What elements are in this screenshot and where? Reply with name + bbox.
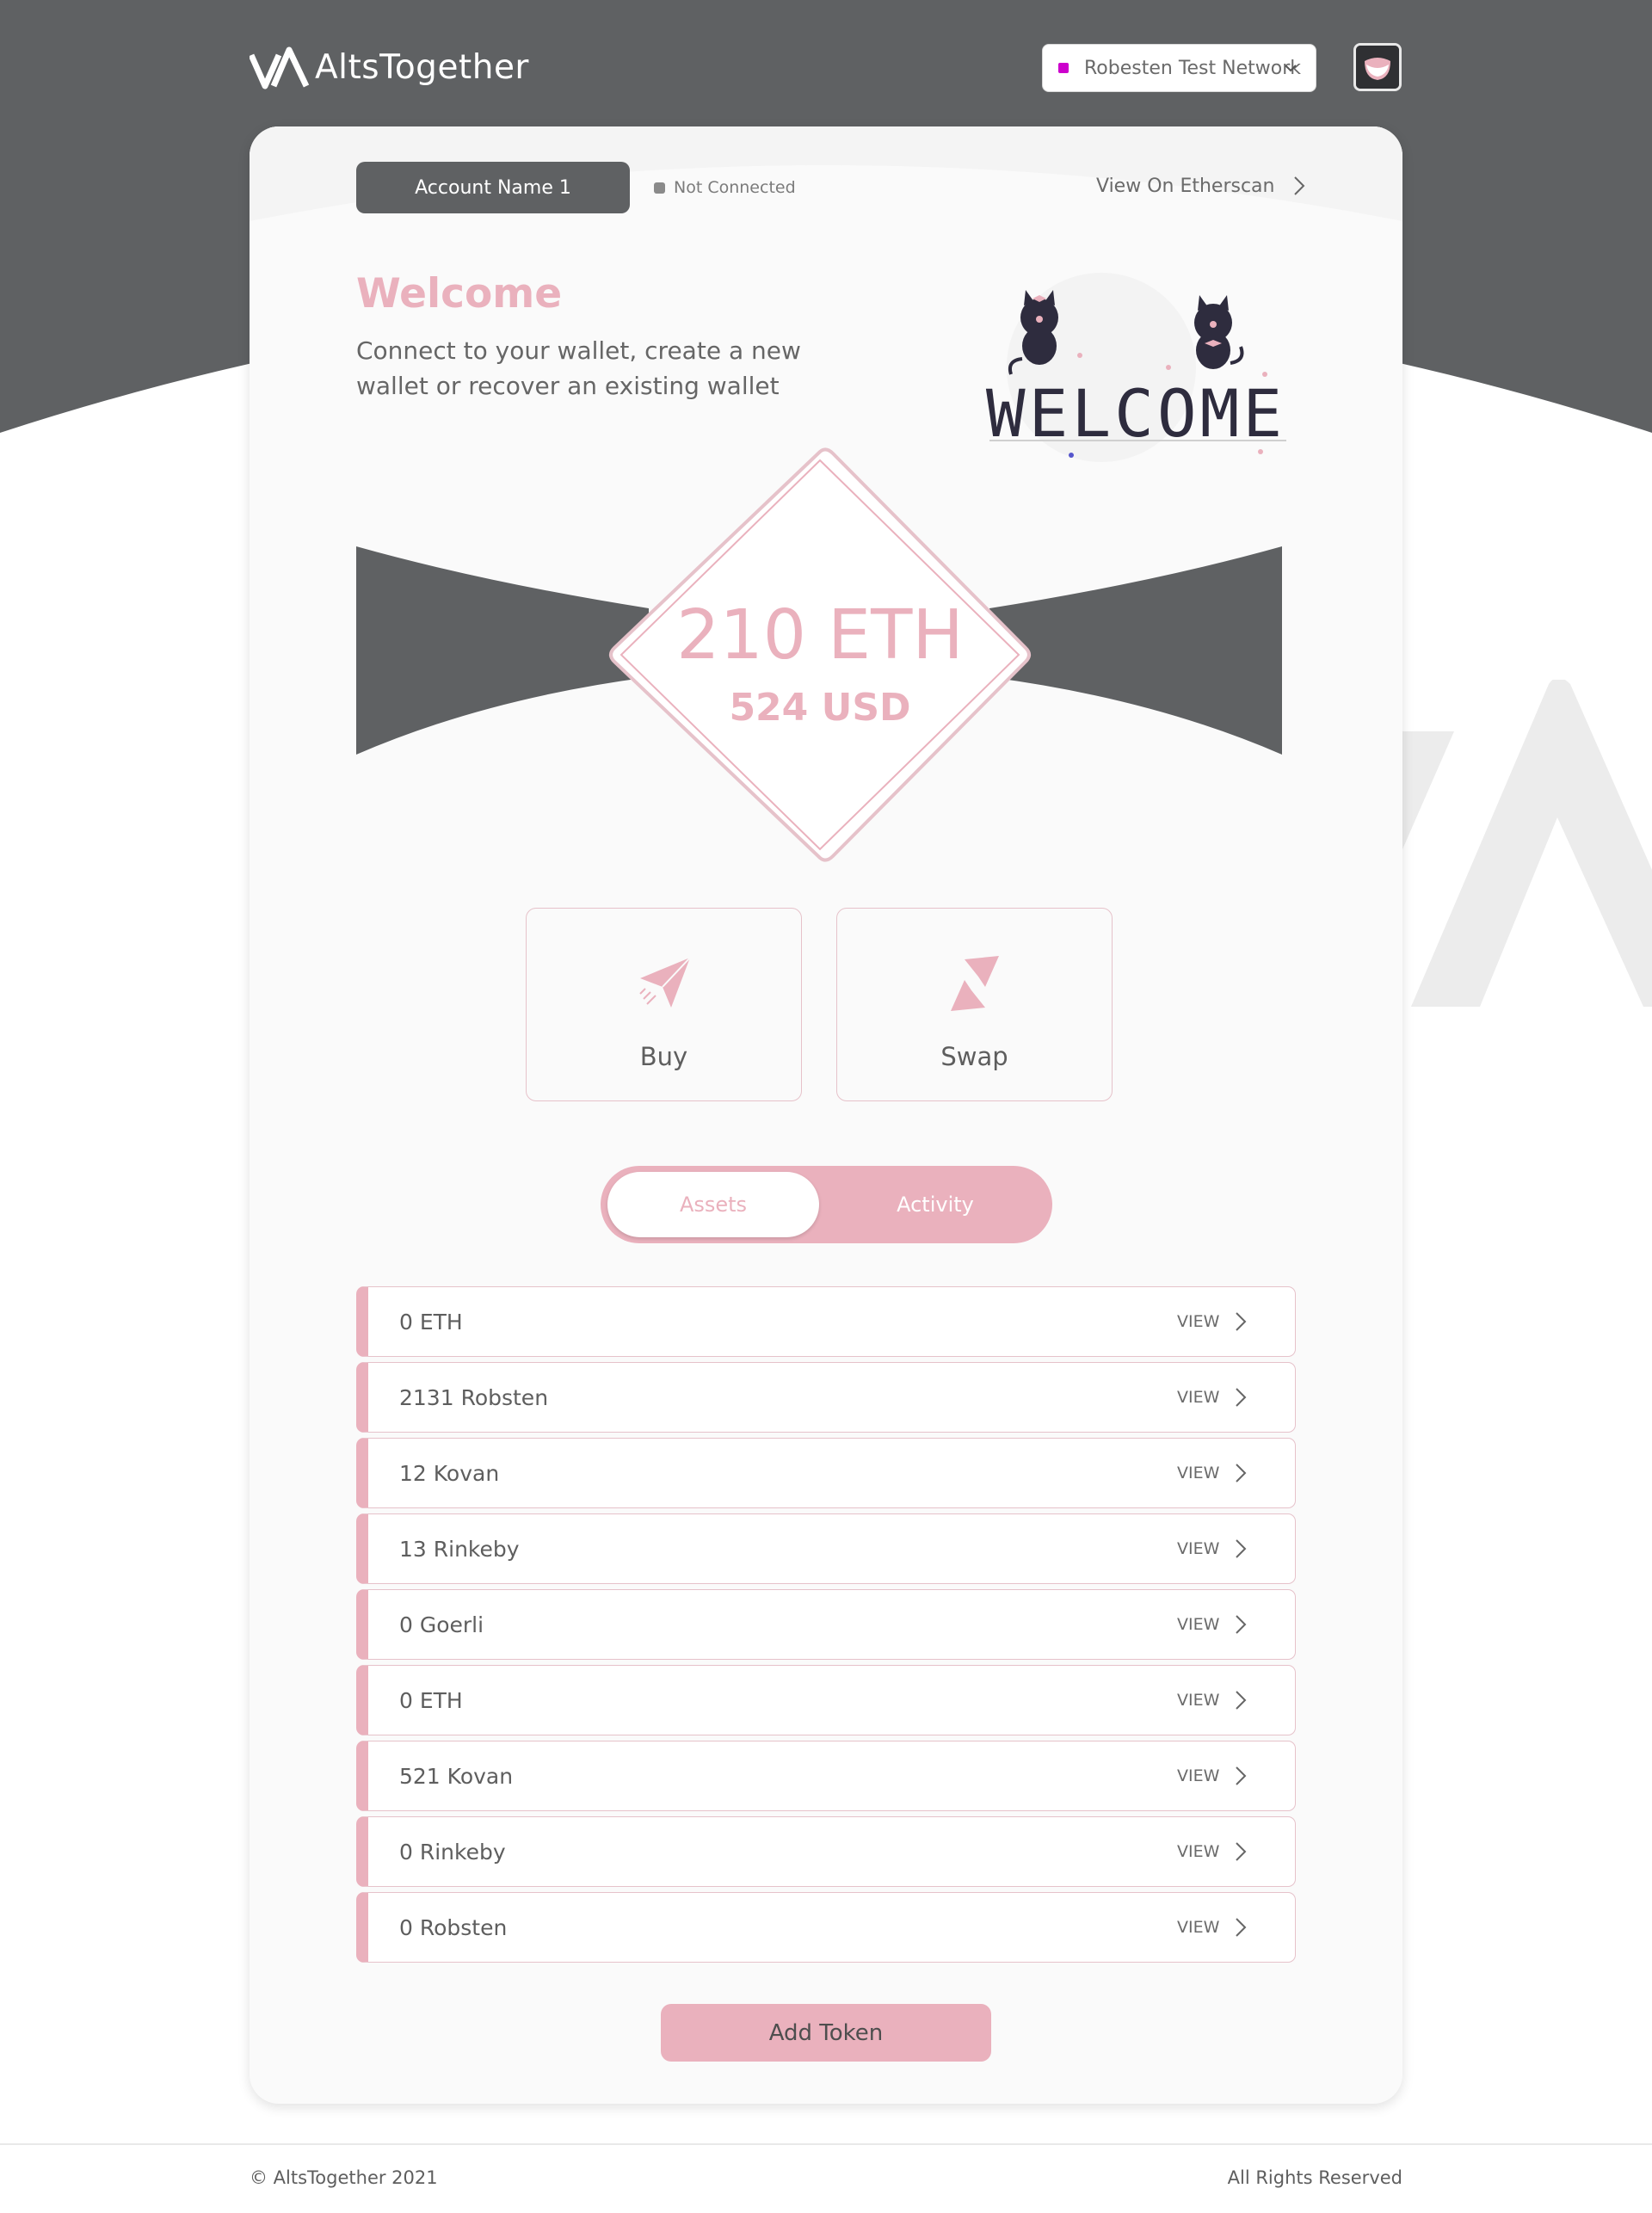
swap-button[interactable]: Swap (836, 908, 1113, 1101)
wallet-card: Account Name 1 Not Connected View On Eth… (250, 126, 1402, 2104)
paper-plane-icon (639, 957, 691, 1008)
chevron-right-icon (1236, 1842, 1247, 1861)
brand-name: AltsTogether (315, 47, 529, 87)
buy-button[interactable]: Buy (526, 908, 802, 1101)
asset-view-label: VIEW (1177, 1766, 1220, 1785)
network-selector[interactable]: Robesten Test Network (1042, 44, 1316, 92)
asset-row[interactable]: 0 Robsten VIEW (356, 1892, 1296, 1963)
asset-label: 2131 Robsten (399, 1384, 549, 1410)
asset-view-link[interactable]: VIEW (1177, 1766, 1247, 1786)
avatar-image (1356, 46, 1399, 89)
chevron-right-icon (1236, 1388, 1247, 1407)
footer-rights: All Rights Reserved (1227, 2167, 1402, 2188)
footer-copyright: © AltsTogether 2021 (250, 2167, 438, 2188)
chevron-right-icon (1236, 1691, 1247, 1710)
asset-view-link[interactable]: VIEW (1177, 1387, 1247, 1408)
asset-label: 0 Rinkeby (399, 1839, 506, 1865)
asset-row[interactable]: 13 Rinkeby VIEW (356, 1513, 1296, 1584)
logo-mark-icon (250, 46, 310, 89)
chevron-right-icon (1236, 1539, 1247, 1558)
chevron-right-icon (1236, 1766, 1247, 1785)
welcome-subtitle: Connect to your wallet, create a new wal… (356, 336, 801, 400)
view-on-etherscan-link[interactable]: View On Etherscan (1096, 175, 1306, 197)
asset-view-label: VIEW (1177, 1539, 1220, 1558)
asset-view-link[interactable]: VIEW (1177, 1538, 1247, 1559)
buy-label: Buy (639, 1042, 688, 1071)
asset-view-link[interactable]: VIEW (1177, 1841, 1247, 1862)
asset-row[interactable]: 12 Kovan VIEW (356, 1438, 1296, 1508)
asset-view-link[interactable]: VIEW (1177, 1311, 1247, 1332)
asset-label: 13 Rinkeby (399, 1536, 520, 1562)
connection-status: Not Connected (654, 178, 796, 197)
asset-label: 0 Goerli (399, 1612, 484, 1637)
asset-row[interactable]: 521 Kovan VIEW (356, 1741, 1296, 1811)
asset-view-label: VIEW (1177, 1615, 1220, 1634)
eth-balance: 210 ETH (676, 595, 964, 675)
avatar[interactable] (1353, 43, 1402, 91)
asset-label: 0 Robsten (399, 1914, 508, 1940)
asset-label: 0 ETH (399, 1687, 463, 1713)
etherscan-link-label: View On Etherscan (1096, 175, 1275, 197)
footer: © AltsTogether 2021 All Rights Reserved (0, 2143, 1652, 2213)
connection-status-label: Not Connected (674, 178, 796, 197)
asset-row[interactable]: 2131 Robsten VIEW (356, 1362, 1296, 1433)
asset-list: 0 ETH VIEW 2131 Robsten VIEW 12 Kovan VIEW 13 … (356, 1286, 1296, 1963)
asset-view-label: VIEW (1177, 1388, 1220, 1407)
asset-view-link[interactable]: VIEW (1177, 1917, 1247, 1938)
network-label: Robesten Test Network (1084, 57, 1301, 79)
asset-row[interactable]: 0 ETH VIEW (356, 1665, 1296, 1735)
asset-label: 0 ETH (399, 1309, 463, 1335)
swap-arrows-icon (951, 956, 999, 1011)
asset-label: 12 Kovan (399, 1460, 500, 1486)
tab-activity[interactable]: Activity (824, 1166, 1046, 1243)
asset-label: 521 Kovan (399, 1763, 514, 1789)
chevron-down-icon (1285, 65, 1297, 72)
swap-label: Swap (940, 1042, 1008, 1071)
asset-view-label: VIEW (1177, 1464, 1220, 1483)
chevron-right-icon (1236, 1918, 1247, 1937)
asset-view-label: VIEW (1177, 1312, 1220, 1331)
account-name-button[interactable]: Account Name 1 (356, 162, 630, 213)
add-token-button[interactable]: Add Token (661, 2004, 991, 2062)
status-dot (654, 182, 665, 194)
welcome-title: Welcome (356, 270, 563, 317)
asset-row[interactable]: 0 ETH VIEW (356, 1286, 1296, 1357)
brand-logo[interactable]: AltsTogether (250, 43, 529, 91)
asset-view-link[interactable]: VIEW (1177, 1690, 1247, 1711)
chevron-right-icon (1236, 1615, 1247, 1634)
chevron-right-icon (1293, 176, 1304, 195)
network-status-dot (1058, 63, 1069, 73)
asset-view-label: VIEW (1177, 1918, 1220, 1937)
asset-view-link[interactable]: VIEW (1177, 1614, 1247, 1635)
asset-view-label: VIEW (1177, 1842, 1220, 1861)
chevron-right-icon (1236, 1312, 1247, 1331)
chevron-right-icon (1236, 1464, 1247, 1483)
asset-view-link[interactable]: VIEW (1177, 1463, 1247, 1483)
asset-row[interactable]: 0 Rinkeby VIEW (356, 1816, 1296, 1887)
asset-view-label: VIEW (1177, 1691, 1220, 1710)
tab-assets[interactable]: Assets (607, 1172, 819, 1237)
asset-row[interactable]: 0 Goerli VIEW (356, 1589, 1296, 1660)
asset-activity-tabs: Assets Activity (601, 1166, 1052, 1243)
usd-balance: 524 USD (729, 686, 911, 730)
